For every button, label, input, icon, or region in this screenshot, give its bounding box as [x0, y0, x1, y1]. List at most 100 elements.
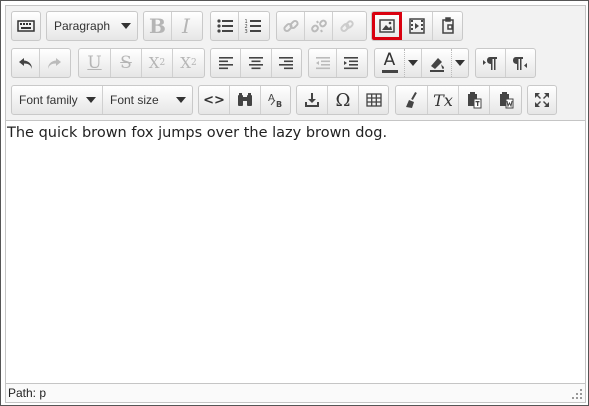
indent-button[interactable]: [337, 49, 365, 77]
source-code-button[interactable]: <>: [199, 86, 230, 114]
insert-media-button[interactable]: [402, 12, 433, 40]
text-decoration-group: U S X2 X2: [78, 48, 205, 78]
background-color-dropdown[interactable]: [451, 49, 468, 77]
svg-text:3: 3: [245, 29, 248, 35]
superscript-label: X: [180, 54, 191, 72]
image-icon: [378, 19, 395, 33]
omega-icon: Ω: [335, 89, 351, 111]
chevron-down-icon: [455, 60, 465, 66]
cleanup-group: Tx: [395, 85, 522, 115]
align-center-button[interactable]: [241, 49, 272, 77]
italic-label: I: [182, 14, 190, 38]
broom-icon: [405, 92, 417, 108]
paste-word-button[interactable]: [490, 86, 521, 114]
media-icon: [409, 18, 425, 34]
resize-handle-icon[interactable]: [571, 388, 583, 400]
outdent-icon: [315, 57, 330, 70]
toolbar-toggle-group: [11, 11, 41, 41]
special-character-button[interactable]: Ω: [328, 86, 359, 114]
chevron-down-icon: [408, 60, 418, 66]
link-button[interactable]: [277, 12, 305, 40]
chevron-down-icon: [176, 97, 186, 103]
indent-group: [308, 48, 368, 78]
paste-word-icon: [499, 92, 513, 109]
content-paragraph[interactable]: The quick brown fox jumps over the lazy …: [6, 121, 585, 145]
font-size-select[interactable]: Font size: [103, 86, 192, 114]
bullet-list-button[interactable]: [211, 12, 239, 40]
insert-char-break-button[interactable]: [297, 86, 328, 114]
spellcheck-button[interactable]: AB: [261, 86, 290, 114]
clear-format-icon: Tx: [433, 90, 453, 110]
indent-icon: [344, 57, 358, 70]
alignment-group: [210, 48, 302, 78]
bold-label: B: [149, 14, 166, 38]
editor-toolbar: Paragraph B I 123 U S X 2 X 2 A Font fam…: [6, 6, 585, 121]
paste-icon: [441, 17, 454, 34]
svg-text:B: B: [276, 100, 282, 109]
align-left-icon: [218, 57, 233, 70]
window-frame: Paragraph B I 123 U S X 2 X 2 A Font fam…: [0, 0, 589, 406]
strikethrough-button[interactable]: S: [111, 49, 142, 77]
direction-group: [475, 48, 536, 78]
anchor-icon: [340, 20, 354, 33]
font-family-label: Font family: [19, 93, 78, 107]
align-right-button[interactable]: [272, 49, 301, 77]
align-left-button[interactable]: [211, 49, 242, 77]
font-family-select[interactable]: Font family: [12, 86, 103, 114]
format-select-label: Paragraph: [54, 19, 111, 33]
bold-button[interactable]: B: [144, 12, 172, 40]
subscript-mark: 2: [159, 58, 166, 68]
fullscreen-group: [527, 85, 557, 115]
status-bar: Path: p: [6, 383, 585, 402]
text-color-letter: A: [383, 50, 396, 70]
subscript-label: X: [148, 54, 160, 72]
paste-text-icon: [468, 92, 482, 109]
link-icon: [282, 19, 299, 33]
insert-group: Ω: [296, 85, 389, 115]
unlink-icon: [310, 19, 327, 33]
format-select[interactable]: Paragraph: [47, 12, 137, 40]
text-color-swatch: [381, 70, 398, 73]
align-center-icon: [248, 57, 263, 70]
background-color-button[interactable]: [421, 49, 451, 77]
underline-button[interactable]: U: [79, 49, 111, 77]
bullet-list-icon: [216, 19, 233, 33]
superscript-button[interactable]: X2: [173, 49, 204, 77]
anchor-button[interactable]: [333, 12, 361, 40]
undo-button[interactable]: [12, 49, 40, 77]
editor-content-area[interactable]: The quick brown fox jumps over the lazy …: [6, 121, 585, 383]
link-group: [276, 11, 367, 41]
font-select-group: Font family Font size: [11, 85, 193, 115]
color-group: A: [374, 48, 469, 78]
clean-html-button[interactable]: [396, 86, 428, 114]
numbered-list-button[interactable]: 123: [239, 12, 267, 40]
history-group: [11, 48, 71, 78]
font-size-label: Font size: [110, 93, 159, 107]
outdent-button[interactable]: [309, 49, 337, 77]
table-icon: [365, 93, 382, 107]
clear-formatting-button[interactable]: Tx: [428, 86, 459, 114]
underline-label: U: [87, 53, 102, 73]
paragraph-rtl-icon: [513, 57, 528, 70]
paste-button[interactable]: [433, 12, 462, 40]
fullscreen-button[interactable]: [528, 86, 556, 114]
italic-button[interactable]: I: [172, 12, 200, 40]
insert-image-button[interactable]: [372, 12, 402, 40]
text-color-button[interactable]: A: [375, 49, 404, 77]
chevron-down-icon: [86, 97, 96, 103]
media-group: [371, 11, 463, 41]
table-button[interactable]: [359, 86, 388, 114]
find-button[interactable]: [230, 86, 261, 114]
ltr-button[interactable]: [476, 49, 506, 77]
numbered-list-icon: 123: [245, 19, 261, 35]
subscript-button[interactable]: X2: [142, 49, 173, 77]
keyboard-icon[interactable]: [12, 12, 40, 40]
paste-text-button[interactable]: [459, 86, 490, 114]
insert-break-icon: [305, 93, 319, 107]
list-group: 123: [210, 11, 270, 41]
unlink-button[interactable]: [305, 12, 333, 40]
text-color-dropdown[interactable]: [404, 49, 421, 77]
fullscreen-icon: [535, 93, 549, 107]
redo-button[interactable]: [40, 49, 68, 77]
rtl-button[interactable]: [506, 49, 535, 77]
